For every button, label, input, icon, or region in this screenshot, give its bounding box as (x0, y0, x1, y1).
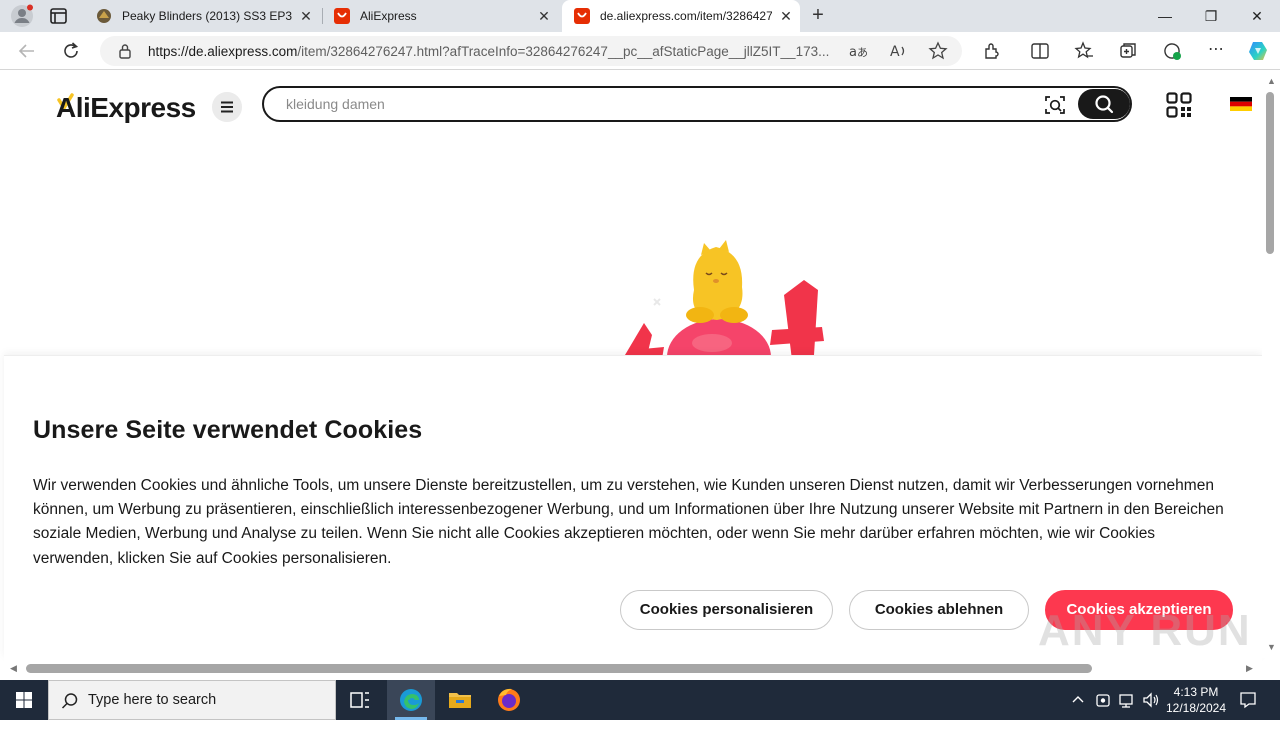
clock-date: 12/18/2024 (1165, 701, 1227, 715)
personalize-cookies-button[interactable]: Cookies personalisieren (620, 590, 833, 630)
windows-start-icon[interactable] (0, 680, 48, 720)
browser-essentials-icon[interactable] (1162, 41, 1182, 61)
reject-cookies-button[interactable]: Cookies ablehnen (849, 590, 1029, 630)
extensions-icon[interactable] (982, 41, 1002, 61)
tab-bar: Peaky Blinders (2013) SS3 EP3 ✕ AliExpre… (0, 0, 1280, 32)
favorites-icon[interactable] (1074, 41, 1094, 61)
404-illustration (622, 240, 824, 365)
volume-icon[interactable] (1142, 691, 1160, 709)
refresh-icon[interactable] (60, 40, 82, 62)
tab-close-icon[interactable]: ✕ (772, 8, 800, 25)
windows-taskbar: Type here to search 4:13 PM 12/18/2024 (0, 680, 1280, 720)
cookie-banner: Unsere Seite verwendet Cookies Wir verwe… (4, 355, 1262, 658)
search-button[interactable] (1078, 89, 1130, 119)
url-path: /item/32864276247.html?afTraceInfo=32864… (297, 44, 830, 59)
search-icon (61, 693, 78, 709)
split-screen-icon[interactable] (1030, 41, 1050, 61)
cookie-title: Unsere Seite verwendet Cookies (33, 416, 423, 444)
anyrun-watermark: ANY RUN (1038, 606, 1252, 655)
firefox-icon[interactable] (485, 680, 533, 720)
lock-icon[interactable] (118, 43, 132, 59)
scroll-up-arrow-icon[interactable]: ▲ (1267, 76, 1276, 86)
german-flag-icon[interactable] (1230, 97, 1252, 111)
clock-time: 4:13 PM (1173, 685, 1219, 699)
tab-close-icon[interactable]: ✕ (292, 8, 320, 25)
vertical-scroll-thumb[interactable] (1266, 92, 1274, 254)
scroll-right-arrow-icon[interactable]: ▶ (1246, 663, 1253, 674)
edge-taskbar-button[interactable] (387, 680, 435, 720)
translate-icon[interactable]: a あ (848, 41, 868, 61)
more-options-icon[interactable]: ⋯ (1206, 41, 1226, 61)
svg-text:a: a (849, 45, 857, 60)
collections-icon[interactable] (1118, 41, 1138, 61)
horizontal-scrollbar[interactable]: ◀ ▶ (4, 658, 1262, 680)
notifications-icon[interactable] (1238, 690, 1258, 710)
favorite-star-icon[interactable] (928, 41, 948, 61)
scroll-down-arrow-icon[interactable]: ▼ (1267, 642, 1276, 652)
taskbar-clock[interactable]: 4:13 PM 12/18/2024 (1160, 684, 1232, 716)
network-icon[interactable] (1118, 691, 1136, 709)
image-search-icon[interactable] (1044, 94, 1066, 116)
svg-text:A: A (890, 44, 900, 60)
tray-chevron-icon[interactable] (1070, 692, 1086, 732)
address-bar: https://de.aliexpress.com/item/328642762… (0, 32, 1280, 70)
taskbar-search[interactable]: Type here to search (48, 680, 336, 720)
tab-peaky-blinders[interactable]: Peaky Blinders (2013) SS3 EP3 ✕ (84, 0, 320, 32)
tab-title: Peaky Blinders (2013) SS3 EP3 (122, 9, 292, 23)
task-view-icon[interactable] (336, 680, 384, 720)
tab-aliexpress-item[interactable]: de.aliexpress.com/item/3286427 ✕ (562, 0, 800, 32)
tab-title: AliExpress (360, 9, 417, 23)
aliexpress-favicon (574, 8, 590, 24)
search-icon (1095, 95, 1114, 114)
tab-actions-icon[interactable] (48, 6, 70, 26)
close-window-button[interactable]: ✕ (1234, 0, 1280, 32)
scroll-left-arrow-icon[interactable]: ◀ (10, 663, 17, 674)
logo-text: AliExpress (56, 92, 196, 123)
restore-button[interactable]: ❐ (1188, 0, 1234, 32)
search-bar (262, 86, 1132, 122)
vertical-scrollbar[interactable]: ▲ ▼ (1262, 70, 1280, 658)
peaky-blinders-favicon (97, 9, 111, 23)
tab-title: de.aliexpress.com/item/3286427 (600, 9, 772, 23)
horizontal-scroll-thumb[interactable] (26, 664, 1092, 673)
edge-icon (400, 689, 422, 711)
aliexpress-logo[interactable]: AliExpress (56, 86, 211, 126)
read-aloud-icon[interactable]: A (888, 41, 908, 61)
taskbar-search-placeholder: Type here to search (88, 692, 217, 708)
svg-text:あ: あ (857, 46, 868, 59)
copilot-icon[interactable] (1246, 39, 1270, 63)
file-explorer-icon[interactable] (436, 680, 484, 720)
cookie-body: Wir verwenden Cookies und ähnliche Tools… (33, 477, 1224, 567)
tray-security-icon[interactable] (1094, 691, 1112, 709)
minimize-button[interactable]: — (1142, 0, 1188, 32)
tab-aliexpress[interactable]: AliExpress ✕ (322, 0, 558, 32)
new-tab-button[interactable]: + (806, 4, 830, 28)
category-menu-icon[interactable] (212, 92, 242, 122)
profile-icon[interactable] (10, 4, 34, 28)
aliexpress-favicon (334, 8, 350, 24)
tab-close-icon[interactable]: ✕ (530, 8, 558, 25)
back-arrow-icon[interactable] (16, 40, 38, 62)
search-input[interactable] (286, 94, 986, 114)
url-text: https://de.aliexpress.com/item/328642762… (148, 44, 836, 59)
qr-code-icon[interactable] (1166, 92, 1192, 118)
url-domain: https://de.aliexpress.com (148, 44, 298, 59)
url-field[interactable]: https://de.aliexpress.com/item/328642762… (100, 36, 962, 66)
